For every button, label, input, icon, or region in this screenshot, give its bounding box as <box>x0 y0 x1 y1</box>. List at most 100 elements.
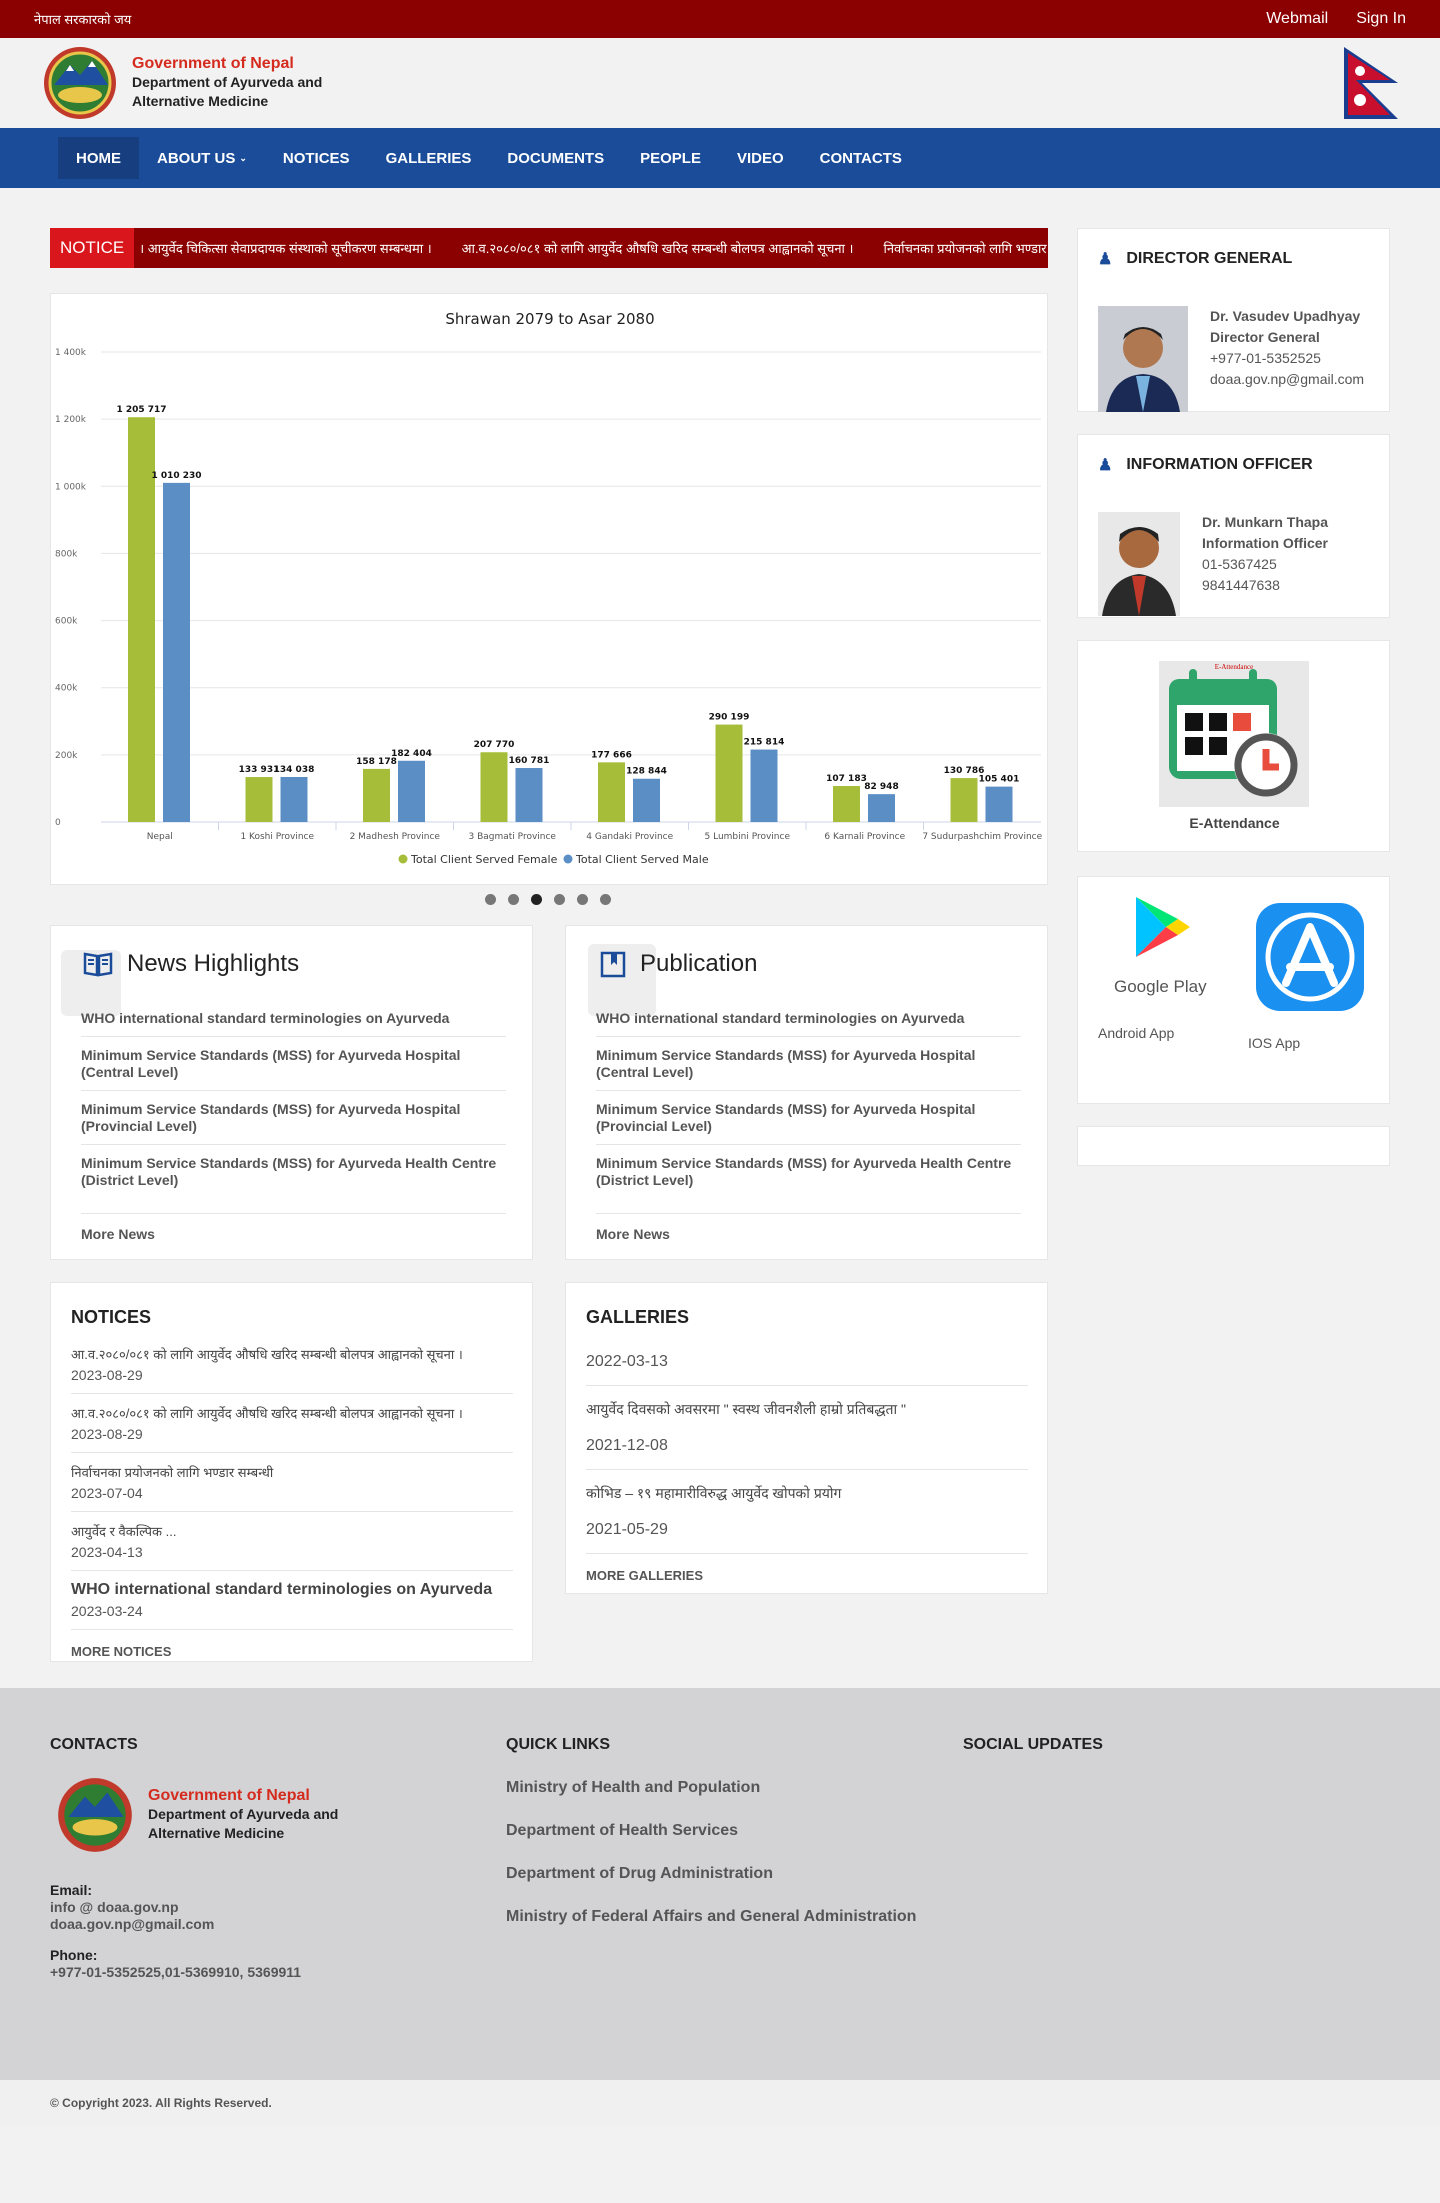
nav-contacts[interactable]: CONTACTS <box>802 137 920 179</box>
footer-email-label: Email: <box>50 1882 93 1898</box>
quick-link[interactable]: Ministry of Health and Population <box>506 1779 760 1797</box>
carousel-dot[interactable] <box>485 894 496 905</box>
bar-female <box>245 777 273 822</box>
nav-notices[interactable]: NOTICES <box>265 137 368 179</box>
notice-item[interactable]: आ.व.२०८०/०८१ को लागि आयुर्वेद औषधि खरिद … <box>71 1335 513 1394</box>
gallery-date: 2021-05-29 <box>586 1521 668 1538</box>
publication-item[interactable]: WHO international standard terminologies… <box>596 1000 1021 1037</box>
nav-documents[interactable]: DOCUMENTS <box>489 137 622 179</box>
notice-item[interactable]: आयुर्वेद र वैकल्पिक ... 2023-04-13 <box>71 1512 513 1571</box>
site-header: Government of Nepal Department of Ayurve… <box>0 38 1440 128</box>
nav-home[interactable]: HOME <box>58 137 139 179</box>
legend-label: Total Client Served Male <box>575 853 709 866</box>
android-app-label: Android App <box>1098 1025 1175 1041</box>
more-publication-link[interactable]: More News <box>596 1214 1021 1242</box>
quick-link[interactable]: Department of Drug Administration <box>506 1865 773 1883</box>
google-play-text: Google Play <box>1114 977 1207 996</box>
publication-card: Publication WHO international standard t… <box>565 925 1048 1260</box>
webmail-link[interactable]: Webmail <box>1266 10 1328 28</box>
carousel-dot-active[interactable] <box>531 894 542 905</box>
nav-video[interactable]: VIDEO <box>719 137 802 179</box>
x-tick-label: 5 Lumbini Province <box>705 832 791 842</box>
gallery-title: आयुर्वेद दिवसको अवसरमा " स्वस्थ जीवनशैली… <box>586 1401 907 1417</box>
more-galleries-link[interactable]: MORE GALLERIES <box>586 1568 1028 1583</box>
site-logo[interactable]: Government of Nepal Department of Ayurve… <box>36 45 322 121</box>
bar-female <box>833 786 860 822</box>
legend-label: Total Client Served Female <box>410 853 558 866</box>
bar-male <box>163 482 190 822</box>
quick-link[interactable]: Department of Health Services <box>506 1822 738 1840</box>
publication-item[interactable]: Minimum Service Standards (MSS) for Ayur… <box>596 1091 1021 1145</box>
carousel-dot[interactable] <box>554 894 565 905</box>
gallery-item[interactable]: आयुर्वेद दिवसको अवसरमा " स्वस्थ जीवनशैली… <box>586 1386 1028 1470</box>
gallery-item[interactable]: कोभिड – १९ महामारीविरुद्ध आयुर्वेद खोपको… <box>586 1470 1028 1554</box>
director-role: Director General <box>1210 329 1320 345</box>
site-footer: CONTACTS QUICK LINKS SOCIAL UPDATES Gove… <box>0 1688 1440 2080</box>
e-attendance-card[interactable]: E-Attendance E-Attendance <box>1077 640 1390 852</box>
notice-item[interactable]: निर्वाचनका प्रयोजनको लागि भण्डार सम्बन्ध… <box>71 1453 513 1512</box>
nav-about-us[interactable]: ABOUT US ⌄ <box>139 137 265 179</box>
x-tick-label: 4 Gandaki Province <box>586 832 673 842</box>
notices-title: NOTICES <box>71 1307 152 1327</box>
y-tick-label: 800k <box>55 549 78 559</box>
publication-item[interactable]: Minimum Service Standards (MSS) for Ayur… <box>596 1145 1021 1214</box>
nav-people[interactable]: PEOPLE <box>622 137 719 179</box>
carousel-dot[interactable] <box>508 894 519 905</box>
ticker-item[interactable]: आ.व.२०८०/०८१ को लागि आयुर्वेद औषधि खरिद … <box>462 239 854 257</box>
notice-item[interactable]: आ.व.२०८०/०८१ को लागि आयुर्वेद औषधि खरिद … <box>71 1394 513 1453</box>
data-label: 215 814 <box>744 738 785 748</box>
news-item[interactable]: WHO international standard terminologies… <box>81 1000 506 1037</box>
brand-line-3: Alternative Medicine <box>132 93 269 109</box>
bar-female <box>715 724 743 822</box>
top-bar-motto: नेपाल सरकारको जय <box>34 12 132 27</box>
director-email: doaa.gov.np@gmail.com <box>1210 371 1365 387</box>
user-icon: ♟ <box>1098 251 1113 268</box>
notice-date: 2023-08-29 <box>71 1367 143 1383</box>
bookmark-book-icon <box>600 951 626 978</box>
notice-item[interactable]: WHO international standard terminologies… <box>71 1571 513 1630</box>
carousel-dot[interactable] <box>577 894 588 905</box>
copyright-text: © Copyright 2023. All Rights Reserved. <box>50 2096 272 2110</box>
signin-link[interactable]: Sign In <box>1356 10 1406 28</box>
bar-female <box>480 752 508 822</box>
y-tick-label: 400k <box>55 684 78 694</box>
notice-title: निर्वाचनका प्रयोजनको लागि भण्डार सम्बन्ध… <box>71 1465 274 1480</box>
notice-title: आयुर्वेद र वैकल्पिक ... <box>71 1524 177 1539</box>
more-notices-link[interactable]: MORE NOTICES <box>71 1644 513 1659</box>
director-title: DIRECTOR GENERAL <box>1126 250 1293 267</box>
galleries-card: GALLERIES 2022-03-13 आयुर्वेद दिवसको अवस… <box>565 1282 1048 1594</box>
carousel-dot[interactable] <box>600 894 611 905</box>
publication-item[interactable]: Minimum Service Standards (MSS) for Ayur… <box>596 1037 1021 1091</box>
nepal-flag-icon <box>1344 47 1398 119</box>
news-item[interactable]: Minimum Service Standards (MSS) for Ayur… <box>81 1145 506 1214</box>
bar-female <box>363 768 390 822</box>
footer-brand-line-3: Alternative Medicine <box>148 1825 285 1841</box>
book-icon <box>83 952 113 977</box>
quick-link[interactable]: Ministry of Federal Affairs and General … <box>506 1908 916 1926</box>
bar-male <box>985 786 1013 822</box>
data-label: 105 401 <box>979 775 1020 785</box>
data-label: 1 010 230 <box>151 471 201 481</box>
footer-brand-line-1: Government of Nepal <box>148 1787 310 1804</box>
data-label: 290 199 <box>709 713 750 723</box>
y-tick-label: 200k <box>55 751 78 761</box>
footer-email-2: doaa.gov.np@gmail.com <box>50 1916 215 1932</box>
info-officer-photo <box>1098 512 1180 616</box>
publication-title: Publication <box>640 950 758 977</box>
ticker-item[interactable]: निर्वाचनका प्रयोजनको लागि भण्डार सम्बन्ध… <box>883 239 1048 257</box>
news-item[interactable]: Minimum Service Standards (MSS) for Ayur… <box>81 1037 506 1091</box>
bar-male <box>398 760 425 822</box>
gallery-item[interactable]: 2022-03-13 <box>586 1335 1028 1386</box>
bar-female <box>950 778 978 822</box>
empty-widget <box>1077 1126 1390 1166</box>
android-app-link[interactable]: Google Play Android App <box>1098 895 1218 1041</box>
director-name: Dr. Vasudev Upadhyay <box>1210 308 1361 324</box>
nav-galleries[interactable]: GALLERIES <box>368 137 490 179</box>
ticker-item[interactable]: । आयुर्वेद चिकित्सा सेवाप्रदायक संस्थाको… <box>139 239 431 257</box>
nav-about-us-label: ABOUT US <box>157 149 236 167</box>
more-news-link[interactable]: More News <box>81 1214 506 1242</box>
news-item[interactable]: Minimum Service Standards (MSS) for Ayur… <box>81 1091 506 1145</box>
ios-app-link[interactable]: IOS App <box>1248 903 1368 1063</box>
google-play-icon <box>1136 897 1190 957</box>
brand-line-2: Department of Ayurveda and <box>132 74 323 90</box>
